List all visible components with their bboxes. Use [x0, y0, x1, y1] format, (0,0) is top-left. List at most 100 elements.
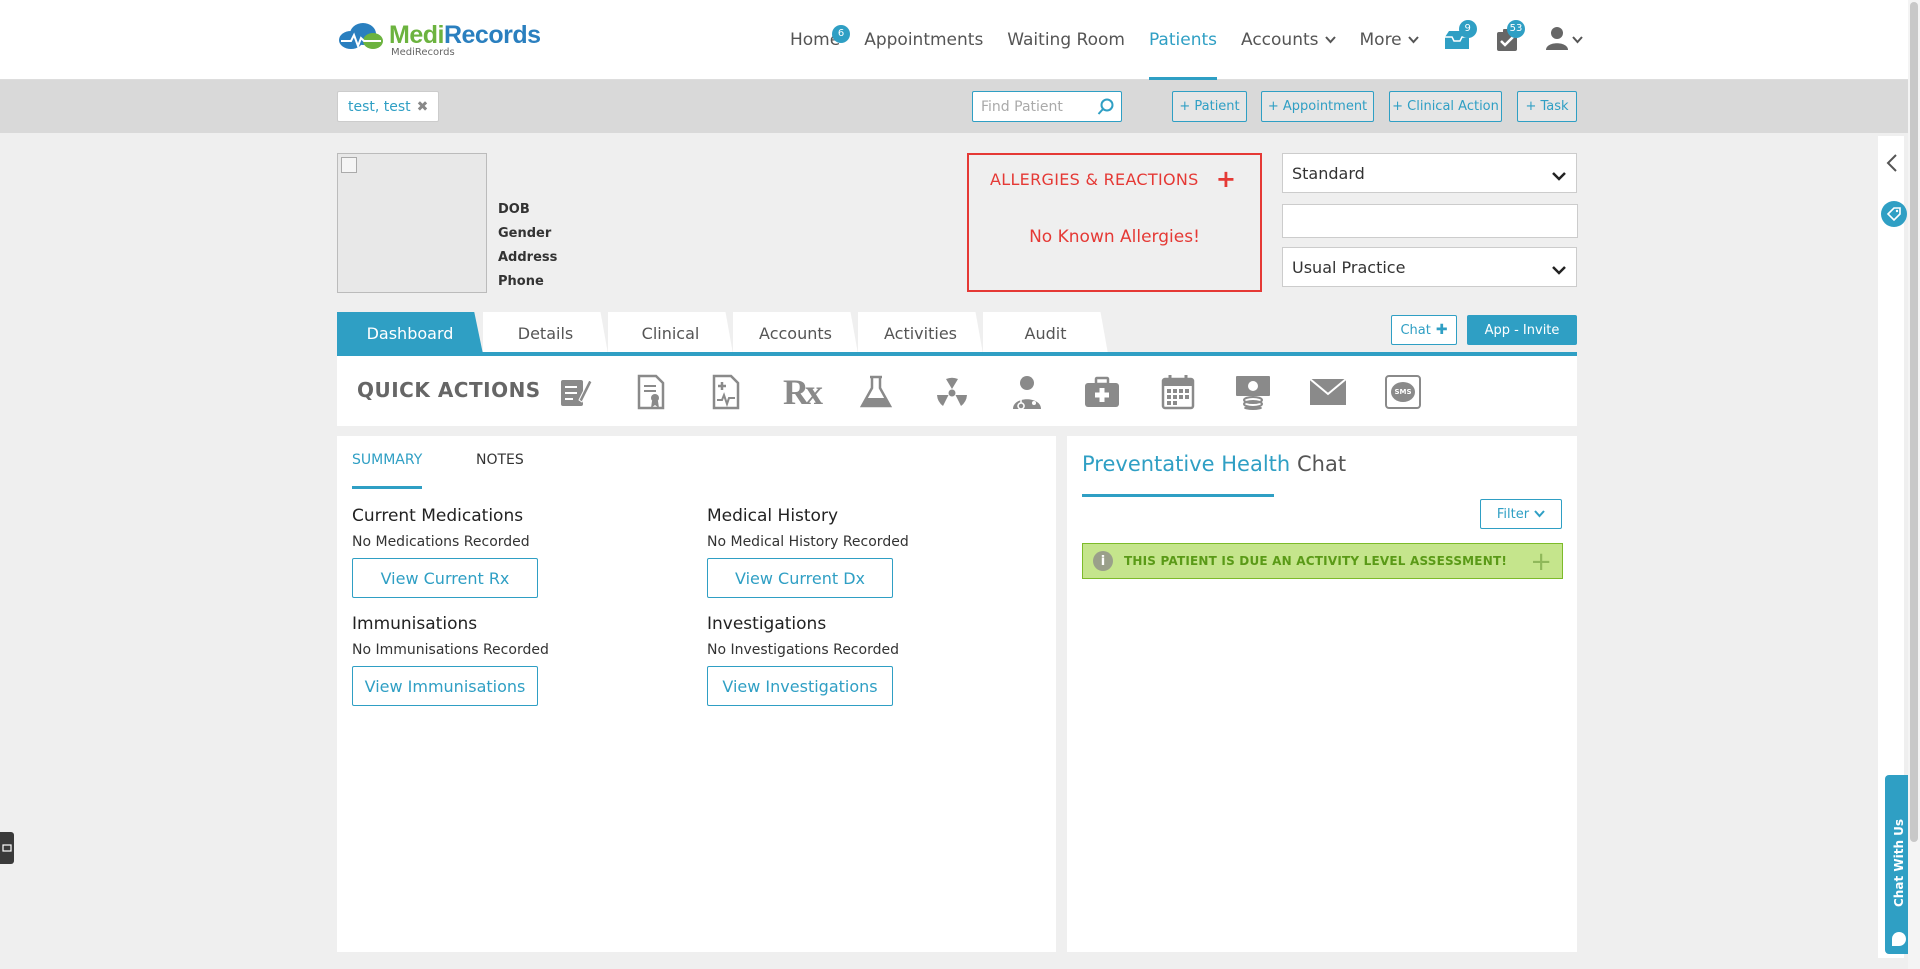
open-patient-tab[interactable]: test, test ✖: [337, 91, 440, 122]
nav-waiting-room[interactable]: Waiting Room: [1007, 0, 1125, 80]
patient-type-select[interactable]: Standard: [1282, 153, 1577, 193]
summary-panel: SUMMARY NOTES Current Medications No Med…: [337, 436, 1056, 952]
billing-icon[interactable]: [1233, 372, 1273, 412]
filter-button-label: Filter: [1496, 506, 1530, 522]
email-icon[interactable]: [1308, 372, 1348, 412]
tab-chat[interactable]: Chat: [1297, 452, 1346, 476]
current-medications-title: Current Medications: [352, 506, 524, 526]
patient-photo[interactable]: [337, 153, 487, 293]
tab-dashboard[interactable]: Dashboard: [337, 312, 483, 354]
view-immunisations-button[interactable]: View Immunisations: [352, 666, 538, 706]
nav-more[interactable]: More: [1360, 0, 1419, 80]
find-patient-input[interactable]: [973, 92, 1091, 121]
scrollbar-thumb[interactable]: [1910, 2, 1918, 842]
patient-tabs: Dashboard Details Clinical Accounts Acti…: [337, 312, 1108, 354]
quick-actions-label: QUICK ACTIONS: [357, 378, 541, 402]
activity-assessment-alert: i THIS PATIENT IS DUE AN ACTIVITY LEVEL …: [1082, 543, 1563, 579]
filter-button[interactable]: Filter: [1480, 499, 1562, 529]
medical-history-text: No Medical History Recorded: [707, 534, 909, 550]
medical-kit-icon[interactable]: [1082, 372, 1122, 412]
sms-icon[interactable]: SMS: [1383, 372, 1423, 412]
plus-icon: ✚: [1435, 322, 1448, 338]
chevron-down-icon: [1534, 507, 1545, 522]
top-navbar: MediRecords MediRecords Home 6 Appointme…: [0, 0, 1920, 80]
chevron-down-icon: [1552, 166, 1566, 185]
preventative-tab-underline: [1082, 494, 1274, 497]
alert-text: THIS PATIENT IS DUE AN ACTIVITY LEVEL AS…: [1124, 554, 1508, 568]
logo-subtitle: MediRecords: [391, 47, 455, 58]
inbox-icon[interactable]: 9: [1443, 20, 1477, 54]
notes-icon[interactable]: [555, 372, 595, 412]
tab-notes[interactable]: NOTES: [476, 452, 524, 468]
tab-activities[interactable]: Activities: [858, 312, 983, 354]
left-edge-tab-icon[interactable]: [0, 832, 14, 864]
main-nav: Home 6 Appointments Waiting Room Patient…: [790, 0, 1587, 80]
search-icon[interactable]: [1097, 98, 1115, 120]
health-record-icon[interactable]: [706, 372, 746, 412]
tasks-badge: 53: [1506, 20, 1526, 38]
patient-demographics: DOB Gender Address Phone: [498, 202, 557, 298]
add-allergy-button[interactable]: +: [1216, 165, 1236, 193]
chevron-left-icon[interactable]: [1886, 153, 1898, 177]
chat-button-label: Chat: [1400, 322, 1431, 338]
tab-audit[interactable]: Audit: [983, 312, 1108, 354]
photo-placeholder-icon: [341, 157, 357, 173]
nav-more-label: More: [1359, 30, 1402, 50]
app-invite-button[interactable]: App - Invite: [1467, 315, 1577, 345]
view-current-dx-button[interactable]: View Current Dx: [707, 558, 893, 598]
tab-accounts[interactable]: Accounts: [733, 312, 858, 354]
nav-accounts-label: Accounts: [1241, 30, 1319, 50]
sms-icon-label: SMS: [1391, 382, 1415, 402]
close-icon[interactable]: ✖: [417, 99, 429, 115]
prescription-icon[interactable]: Rx: [781, 372, 823, 412]
dob-label: DOB: [498, 202, 530, 217]
allergies-message: No Known Allergies!: [1029, 227, 1200, 247]
tasks-icon[interactable]: 53: [1493, 20, 1526, 54]
lab-flask-icon[interactable]: [856, 372, 896, 412]
patient-chip-label: test, test: [348, 98, 411, 115]
add-clinical-action-button[interactable]: + Clinical Action: [1389, 91, 1502, 122]
tab-details[interactable]: Details: [483, 312, 608, 354]
gender-label: Gender: [498, 226, 552, 241]
preventative-health-panel: Preventative Health Chat Filter i THIS P…: [1067, 436, 1577, 952]
tab-preventative-health[interactable]: Preventative Health: [1082, 452, 1290, 476]
add-appointment-button[interactable]: + Appointment: [1261, 91, 1374, 122]
find-patient-search: [972, 91, 1122, 122]
info-icon: i: [1093, 551, 1113, 571]
tab-summary[interactable]: SUMMARY: [352, 452, 422, 468]
nav-home[interactable]: Home 6: [790, 0, 850, 80]
chat-button[interactable]: Chat ✚: [1391, 315, 1457, 345]
nav-patients[interactable]: Patients: [1148, 0, 1218, 80]
allergies-title: ALLERGIES & REACTIONS: [990, 170, 1199, 189]
view-current-rx-button[interactable]: View Current Rx: [352, 558, 538, 598]
tab-clinical[interactable]: Clinical: [608, 312, 733, 354]
cloud-logo-icon: [337, 22, 385, 52]
user-menu[interactable]: [1543, 26, 1587, 54]
allergies-panel: ALLERGIES & REACTIONS + No Known Allergi…: [967, 153, 1262, 292]
investigations-title: Investigations: [707, 614, 827, 634]
add-icon[interactable]: +: [1530, 547, 1552, 577]
chevron-down-icon: [1407, 34, 1419, 47]
add-task-button[interactable]: + Task: [1517, 91, 1577, 122]
chat-bubble-icon: [1892, 932, 1906, 946]
nav-accounts[interactable]: Accounts: [1241, 0, 1336, 80]
medirecords-logo[interactable]: MediRecords MediRecords: [337, 22, 541, 62]
usual-practice-select[interactable]: Usual Practice: [1282, 247, 1577, 287]
tag-icon[interactable]: [1881, 201, 1907, 227]
calendar-icon[interactable]: [1158, 372, 1198, 412]
doctor-icon[interactable]: [1007, 372, 1047, 412]
add-patient-button[interactable]: + Patient: [1172, 91, 1247, 122]
user-icon: [1546, 26, 1569, 54]
chevron-down-icon: [1572, 32, 1583, 48]
nav-appointments[interactable]: Appointments: [864, 0, 983, 80]
current-medications-text: No Medications Recorded: [352, 534, 530, 550]
investigations-text: No Investigations Recorded: [707, 642, 899, 658]
view-investigations-button[interactable]: View Investigations: [707, 666, 893, 706]
phone-label: Phone: [498, 274, 544, 289]
address-label: Address: [498, 250, 558, 265]
certificate-icon[interactable]: [631, 372, 671, 412]
quick-actions-bar: QUICK ACTIONS Rx SMS: [337, 356, 1577, 426]
patient-extra-field[interactable]: [1282, 204, 1578, 238]
prescription-icon-label: Rx: [783, 372, 823, 412]
radiation-icon[interactable]: [932, 372, 972, 412]
